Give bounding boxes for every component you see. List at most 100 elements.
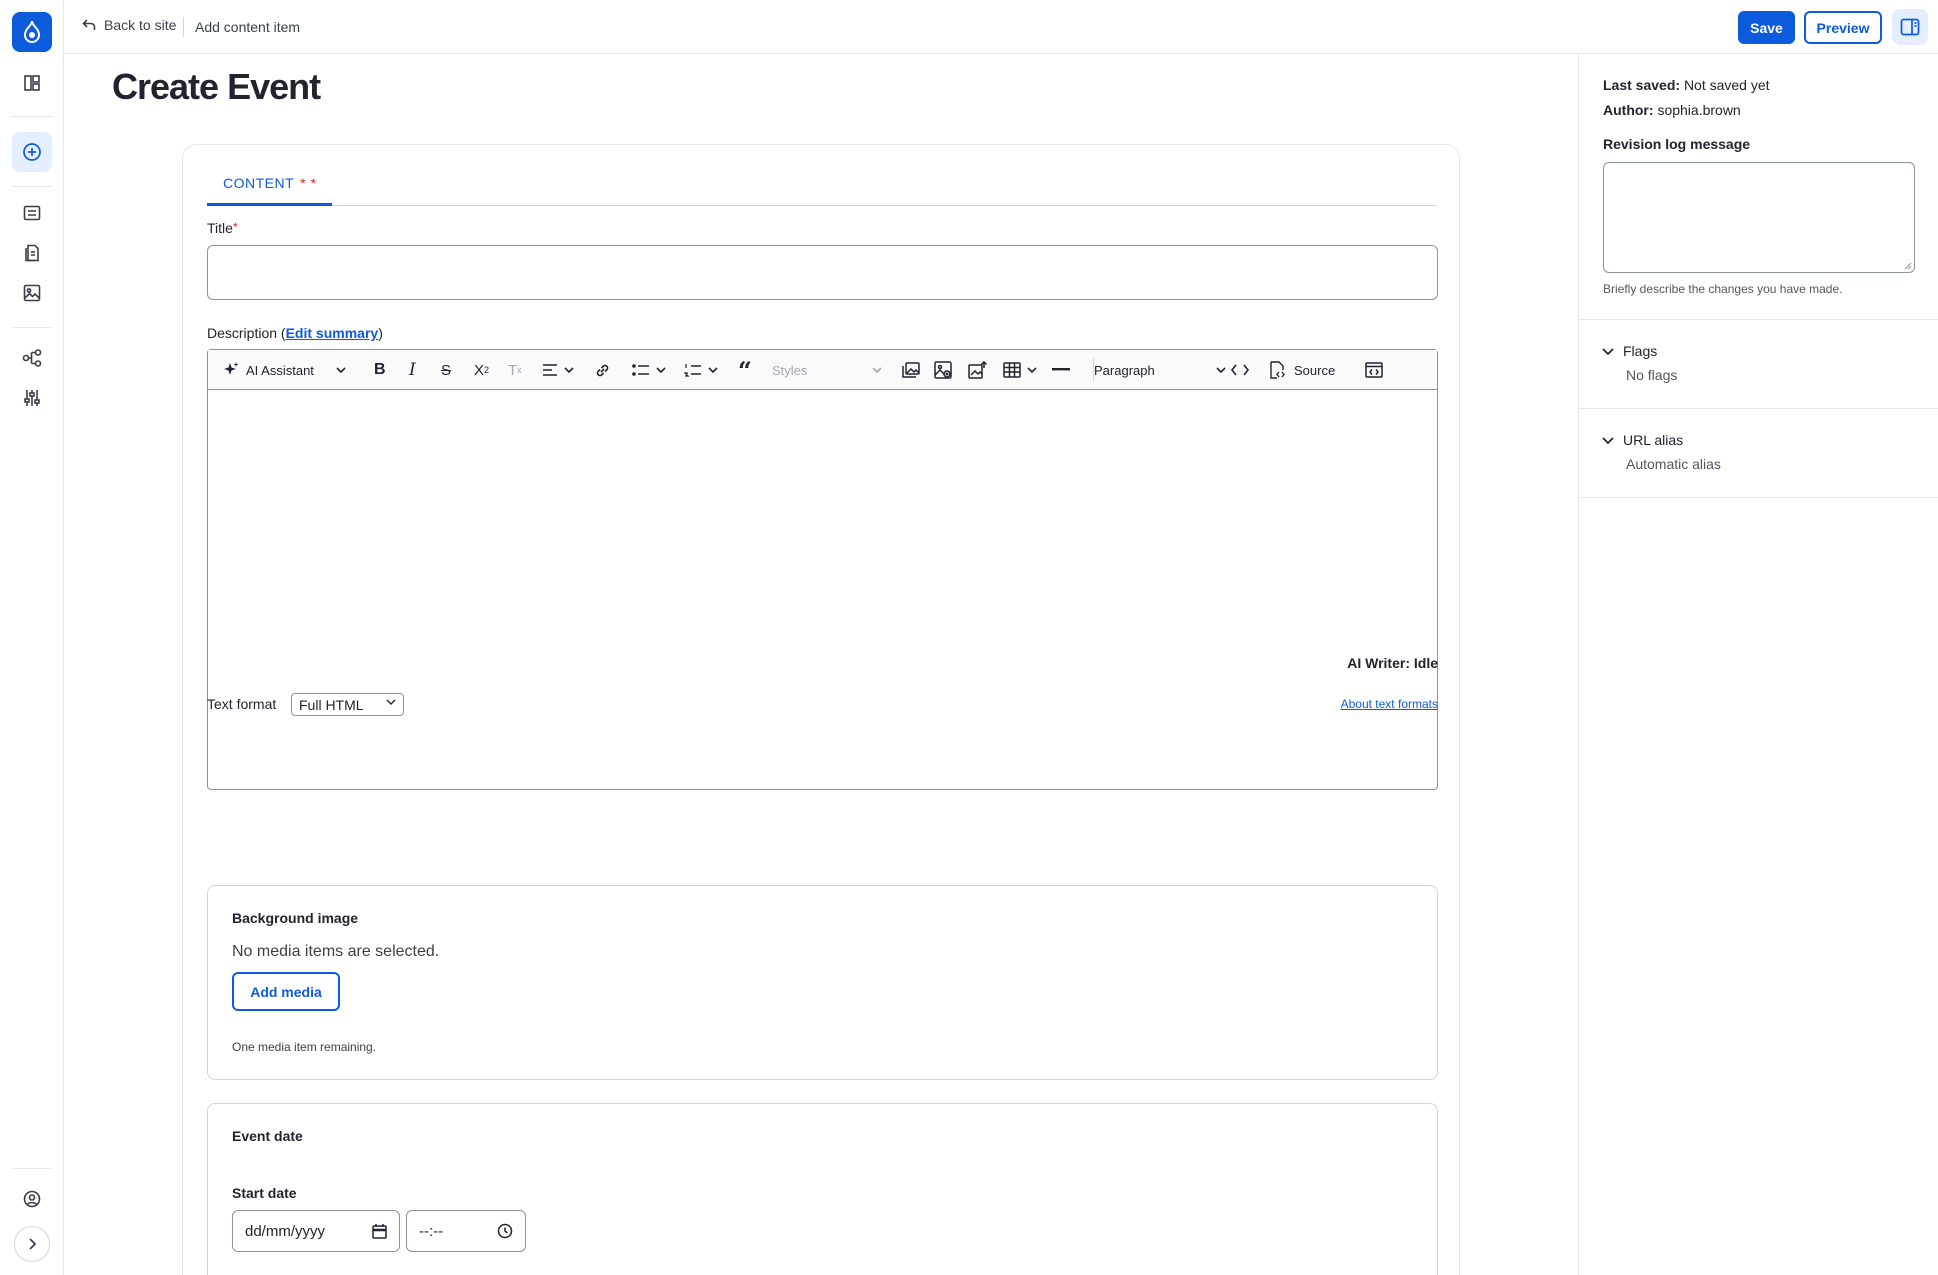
code-icon[interactable] bbox=[1231, 358, 1249, 382]
files-icon[interactable] bbox=[12, 233, 52, 273]
start-date-input[interactable]: dd/mm/yyyy bbox=[232, 1210, 400, 1252]
add-content-icon[interactable] bbox=[12, 132, 52, 172]
rail-divider bbox=[12, 327, 52, 328]
time-placeholder: --:-- bbox=[419, 1222, 444, 1240]
meta-sidebar: Last saved: Not saved yet Author: sophia… bbox=[1578, 54, 1938, 1275]
preview-button[interactable]: Preview bbox=[1804, 11, 1882, 44]
sparkle-icon bbox=[222, 361, 240, 379]
text-format-label: Text format bbox=[207, 696, 277, 712]
breadcrumb: Add content item bbox=[195, 19, 301, 35]
link-icon[interactable] bbox=[594, 358, 611, 382]
bulleted-list-icon bbox=[632, 363, 650, 377]
title-label: Title* bbox=[207, 220, 238, 236]
revision-log-label: Revision log message bbox=[1603, 136, 1751, 152]
media-library-icon[interactable] bbox=[902, 358, 920, 382]
user-icon[interactable] bbox=[12, 1179, 52, 1219]
table-icon bbox=[1003, 362, 1021, 378]
editor-content-area[interactable] bbox=[208, 390, 1437, 790]
align-left-icon bbox=[542, 363, 558, 377]
background-image-fieldset: Background image No media items are sele… bbox=[207, 885, 1438, 1080]
url-alias-summary: Automatic alias bbox=[1626, 456, 1721, 472]
background-image-title: Background image bbox=[232, 910, 359, 926]
last-saved-value: Not saved yet bbox=[1683, 77, 1770, 93]
remove-format-icon[interactable]: Tx bbox=[508, 358, 522, 382]
tab-content-label: CONTENT bbox=[223, 175, 295, 191]
chevron-down-icon bbox=[1601, 347, 1615, 356]
align-dropdown[interactable] bbox=[542, 358, 574, 382]
resize-handle-icon[interactable] bbox=[1904, 262, 1912, 270]
text-format-select[interactable]: Full HTML bbox=[291, 693, 404, 716]
description-label-close: ) bbox=[378, 325, 383, 341]
subscript-icon[interactable]: X2 bbox=[474, 358, 489, 382]
breadcrumb-divider bbox=[183, 17, 184, 37]
url-alias-label: URL alias bbox=[1623, 432, 1684, 448]
source-button[interactable]: Source bbox=[1268, 358, 1335, 382]
italic-icon[interactable]: I bbox=[409, 358, 416, 382]
chevron-down-icon bbox=[386, 699, 396, 706]
chevron-down-icon bbox=[708, 366, 718, 374]
insert-table-dropdown[interactable] bbox=[1003, 358, 1037, 382]
media-icon[interactable] bbox=[12, 273, 52, 313]
chevron-down-icon bbox=[1027, 366, 1037, 374]
rail-divider bbox=[12, 116, 52, 117]
page-title: Create Event bbox=[112, 66, 321, 107]
add-media-button[interactable]: Add media bbox=[232, 972, 340, 1011]
blockquote-icon[interactable]: “ bbox=[738, 356, 752, 385]
text-format-value: Full HTML bbox=[299, 696, 364, 713]
drupal-logo-icon[interactable] bbox=[12, 12, 52, 52]
event-date-fieldset: Event date Start date dd/mm/yyyy --:-- bbox=[207, 1103, 1438, 1275]
insert-image-icon[interactable] bbox=[934, 358, 952, 382]
heading-dropdown[interactable]: Paragraph bbox=[1094, 358, 1226, 382]
no-media-message: No media items are selected. bbox=[232, 943, 440, 960]
dashboard-icon[interactable] bbox=[12, 63, 52, 103]
title-input[interactable] bbox=[207, 245, 1438, 300]
clock-icon bbox=[497, 1223, 513, 1239]
save-button[interactable]: Save bbox=[1738, 11, 1795, 44]
horizontal-line-icon[interactable] bbox=[1052, 358, 1070, 382]
numbered-list-icon bbox=[684, 363, 702, 377]
toggle-sidebar-icon[interactable] bbox=[1892, 9, 1928, 45]
heading-label: Paragraph bbox=[1094, 362, 1155, 378]
bold-icon[interactable]: B bbox=[374, 358, 386, 382]
url-alias-toggle[interactable]: URL alias bbox=[1601, 432, 1683, 448]
title-label-text: Title bbox=[207, 220, 233, 236]
ai-writer-status: AI Writer: Idle bbox=[1347, 655, 1438, 671]
source-label: Source bbox=[1294, 362, 1336, 378]
chevron-down-icon bbox=[336, 366, 346, 374]
edit-summary-link[interactable]: Edit summary bbox=[286, 325, 379, 341]
back-to-site-link[interactable]: Back to site bbox=[82, 17, 176, 33]
back-to-site-label: Back to site bbox=[104, 17, 177, 33]
config-icon[interactable] bbox=[12, 378, 52, 418]
panel-divider bbox=[1579, 319, 1938, 320]
form-tabs: CONTENT * * bbox=[207, 163, 1437, 206]
flags-toggle[interactable]: Flags bbox=[1601, 343, 1657, 359]
structure-icon[interactable] bbox=[12, 338, 52, 378]
content-icon[interactable] bbox=[12, 193, 52, 233]
image-upload-icon[interactable] bbox=[968, 358, 988, 382]
description-label-text: Description ( bbox=[207, 325, 286, 341]
start-time-input[interactable]: --:-- bbox=[406, 1210, 526, 1252]
styles-label: Styles bbox=[772, 362, 808, 378]
left-rail bbox=[0, 0, 64, 1275]
numbered-list-dropdown[interactable] bbox=[684, 358, 718, 382]
about-text-formats-link[interactable]: About text formats bbox=[1283, 697, 1438, 711]
source-icon bbox=[1268, 361, 1286, 379]
bulleted-list-dropdown[interactable] bbox=[632, 358, 666, 382]
top-bar: Back to site Add content item Save Previ… bbox=[64, 0, 1938, 54]
styles-dropdown[interactable]: Styles bbox=[772, 358, 882, 382]
event-date-title: Event date bbox=[232, 1128, 303, 1144]
revision-log-textarea[interactable] bbox=[1603, 162, 1915, 273]
strikethrough-icon[interactable]: S bbox=[441, 358, 451, 382]
author-label: Author: bbox=[1603, 102, 1654, 118]
revision-log-help: Briefly describe the changes you have ma… bbox=[1603, 282, 1843, 296]
tab-content[interactable]: CONTENT * * bbox=[207, 163, 333, 206]
calendar-icon bbox=[372, 1223, 387, 1239]
expand-icon[interactable] bbox=[14, 1226, 50, 1262]
flags-summary: No flags bbox=[1626, 367, 1678, 383]
chevron-down-icon bbox=[872, 367, 882, 374]
back-arrow-icon bbox=[82, 19, 96, 31]
required-mark: * bbox=[232, 220, 238, 234]
ai-assistant-dropdown[interactable]: AI Assistant bbox=[222, 358, 346, 382]
code-block-icon[interactable] bbox=[1365, 358, 1383, 382]
rich-text-editor: AI Assistant B I S X2 Tx “ Styles Paragr… bbox=[207, 349, 1438, 790]
